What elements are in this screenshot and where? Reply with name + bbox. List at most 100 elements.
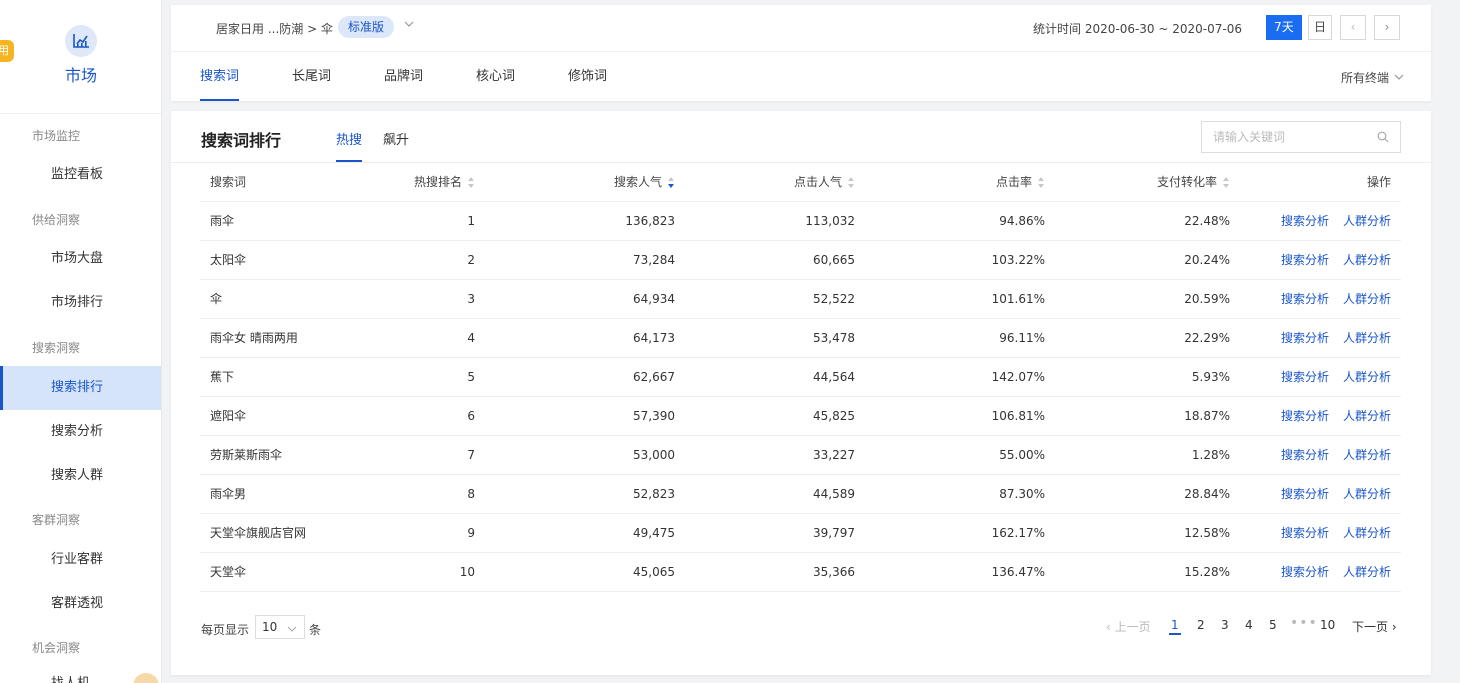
cell-pay-conversion: 22.29% bbox=[1055, 318, 1240, 358]
next-page-button[interactable]: 下一页 › bbox=[1352, 618, 1397, 635]
crowd-analysis-link[interactable]: 人群分析 bbox=[1343, 448, 1391, 462]
sort-icon[interactable] bbox=[468, 176, 475, 188]
sort-icon[interactable] bbox=[848, 176, 855, 188]
cell-search-popularity: 64,934 bbox=[485, 279, 685, 319]
col-pay-conversion[interactable]: 支付转化率 bbox=[1055, 162, 1240, 202]
col-click-popularity[interactable]: 点击人气 bbox=[685, 162, 865, 202]
crowd-analysis-link[interactable]: 人群分析 bbox=[1343, 487, 1391, 501]
ranking-card: 搜索词排行 热搜 飙升 搜索词 热搜排名 搜索人气 点击人气 点击率 支付转化率… bbox=[171, 111, 1431, 675]
crowd-analysis-link[interactable]: 人群分析 bbox=[1343, 292, 1391, 306]
tab-search-terms[interactable]: 搜索词 bbox=[200, 52, 240, 101]
cell-pay-conversion: 12.58% bbox=[1055, 513, 1240, 553]
page-3[interactable]: 3 bbox=[1221, 618, 1229, 632]
tab-modifier-terms[interactable]: 修饰词 bbox=[568, 52, 607, 101]
cell-hot-rank: 9 bbox=[380, 513, 485, 553]
cell-search-term: 雨伞男 bbox=[200, 474, 380, 514]
cell-search-term: 太阳伞 bbox=[200, 240, 380, 280]
crowd-analysis-link[interactable]: 人群分析 bbox=[1343, 565, 1391, 579]
page-title: 搜索词排行 bbox=[201, 131, 282, 150]
tab-brand-terms[interactable]: 品牌词 bbox=[384, 52, 423, 101]
breadcrumb[interactable]: 居家日用 ...防潮 > 伞 bbox=[216, 20, 333, 37]
prev-page-button[interactable]: ‹ 上一页 bbox=[1106, 618, 1151, 635]
sidebar-item-search-ranking[interactable]: 搜索排行 bbox=[0, 366, 161, 410]
search-analysis-link[interactable]: 搜索分析 bbox=[1281, 565, 1329, 579]
sidebar-logo-text: 市场 bbox=[64, 66, 97, 85]
search-analysis-link[interactable]: 搜索分析 bbox=[1281, 409, 1329, 423]
range-day-button[interactable]: 日 bbox=[1308, 15, 1332, 40]
cell-search-term: 天堂伞 bbox=[200, 552, 380, 592]
cell-search-popularity: 45,065 bbox=[485, 552, 685, 592]
search-analysis-link[interactable]: 搜索分析 bbox=[1281, 214, 1329, 228]
sidebar-item-search-crowd[interactable]: 搜索人群 bbox=[0, 454, 161, 498]
edge-badge[interactable]: 用 bbox=[0, 40, 14, 62]
subtab-hot[interactable]: 热搜 bbox=[336, 129, 363, 162]
page-ellipsis[interactable]: ••• bbox=[1290, 615, 1318, 631]
floating-helper-icon[interactable] bbox=[133, 673, 159, 683]
cell-hot-rank: 2 bbox=[380, 240, 485, 280]
tab-long-tail-terms[interactable]: 长尾词 bbox=[292, 52, 331, 101]
cell-click-rate: 106.81% bbox=[865, 396, 1055, 436]
edition-badge[interactable]: 标准版 bbox=[338, 16, 394, 38]
subtab-rising[interactable]: 飙升 bbox=[383, 129, 409, 162]
page-1[interactable]: 1 bbox=[1169, 618, 1181, 635]
col-hot-rank[interactable]: 热搜排名 bbox=[380, 162, 485, 202]
range-7day-button[interactable]: 7天 bbox=[1266, 15, 1302, 40]
table-row: 劳斯莱斯雨伞 7 53,000 33,227 55.00% 1.28% 搜索分析 人群分析 bbox=[200, 435, 1401, 475]
crowd-analysis-link[interactable]: 人群分析 bbox=[1343, 409, 1391, 423]
search-analysis-link[interactable]: 搜索分析 bbox=[1281, 331, 1329, 345]
market-chart-icon bbox=[65, 25, 97, 57]
next-period-button[interactable]: › bbox=[1374, 15, 1400, 40]
search-analysis-link[interactable]: 搜索分析 bbox=[1281, 526, 1329, 540]
sort-desc-icon[interactable] bbox=[668, 176, 675, 188]
crowd-analysis-link[interactable]: 人群分析 bbox=[1343, 253, 1391, 267]
chevron-down-icon[interactable] bbox=[403, 18, 415, 33]
sidebar-item-monitor-board[interactable]: 监控看板 bbox=[0, 153, 161, 197]
cell-actions: 搜索分析 人群分析 bbox=[1240, 396, 1401, 436]
search-analysis-link[interactable]: 搜索分析 bbox=[1281, 448, 1329, 462]
search-input[interactable] bbox=[1201, 121, 1401, 153]
cell-actions: 搜索分析 人群分析 bbox=[1240, 552, 1401, 592]
sort-icon[interactable] bbox=[1038, 176, 1045, 188]
col-search-popularity[interactable]: 搜索人气 bbox=[485, 162, 685, 202]
sidebar-item-customer-insight[interactable]: 客群透视 bbox=[0, 582, 161, 626]
per-page-select[interactable]: 10 bbox=[255, 615, 305, 639]
sidebar-group-supply: 供给洞察 bbox=[32, 213, 81, 227]
chevron-down-icon[interactable] bbox=[287, 623, 297, 637]
tab-core-terms[interactable]: 核心词 bbox=[476, 52, 515, 101]
search-analysis-link[interactable]: 搜索分析 bbox=[1281, 253, 1329, 267]
crowd-analysis-link[interactable]: 人群分析 bbox=[1343, 331, 1391, 345]
sidebar-item-search-analysis[interactable]: 搜索分析 bbox=[0, 410, 161, 454]
stat-time-range: 统计时间 2020-06-30 ~ 2020-07-06 bbox=[1033, 22, 1242, 36]
per-page-unit: 条 bbox=[309, 623, 322, 637]
search-analysis-link[interactable]: 搜索分析 bbox=[1281, 487, 1329, 501]
cell-click-popularity: 53,478 bbox=[685, 318, 865, 358]
prev-period-button[interactable]: ‹ bbox=[1340, 15, 1366, 40]
sidebar-item-market-ranking[interactable]: 市场排行 bbox=[0, 281, 161, 325]
table-row: 伞 3 64,934 52,522 101.61% 20.59% 搜索分析 人群分析 bbox=[200, 279, 1401, 319]
sidebar-item-market-overview[interactable]: 市场大盘 bbox=[0, 237, 161, 281]
cell-click-popularity: 60,665 bbox=[685, 240, 865, 280]
page-last[interactable]: 10 bbox=[1320, 618, 1335, 632]
cell-hot-rank: 6 bbox=[380, 396, 485, 436]
cell-search-popularity: 136,823 bbox=[485, 201, 685, 241]
page-4[interactable]: 4 bbox=[1245, 618, 1253, 632]
chevron-down-icon[interactable] bbox=[1379, 71, 1404, 86]
cell-search-term: 天堂伞旗舰店官网 bbox=[200, 513, 380, 553]
crowd-analysis-link[interactable]: 人群分析 bbox=[1343, 214, 1391, 228]
sidebar-item-partial[interactable]: 找人机 bbox=[51, 672, 90, 683]
search-analysis-link[interactable]: 搜索分析 bbox=[1281, 370, 1329, 384]
sort-icon[interactable] bbox=[1223, 176, 1230, 188]
cell-click-popularity: 113,032 bbox=[685, 201, 865, 241]
table-row: 雨伞男 8 52,823 44,589 87.30% 28.84% 搜索分析 人群分析 bbox=[200, 474, 1401, 514]
crowd-analysis-link[interactable]: 人群分析 bbox=[1343, 370, 1391, 384]
search-analysis-link[interactable]: 搜索分析 bbox=[1281, 292, 1329, 306]
cell-search-term: 蕉下 bbox=[200, 357, 380, 397]
search-icon[interactable] bbox=[1377, 131, 1389, 146]
crowd-analysis-link[interactable]: 人群分析 bbox=[1343, 526, 1391, 540]
sidebar-item-industry-customer[interactable]: 行业客群 bbox=[0, 538, 161, 582]
cell-pay-conversion: 28.84% bbox=[1055, 474, 1240, 514]
cell-hot-rank: 10 bbox=[380, 552, 485, 592]
page-2[interactable]: 2 bbox=[1197, 618, 1205, 632]
page-5[interactable]: 5 bbox=[1269, 618, 1277, 632]
col-click-rate[interactable]: 点击率 bbox=[865, 162, 1055, 202]
